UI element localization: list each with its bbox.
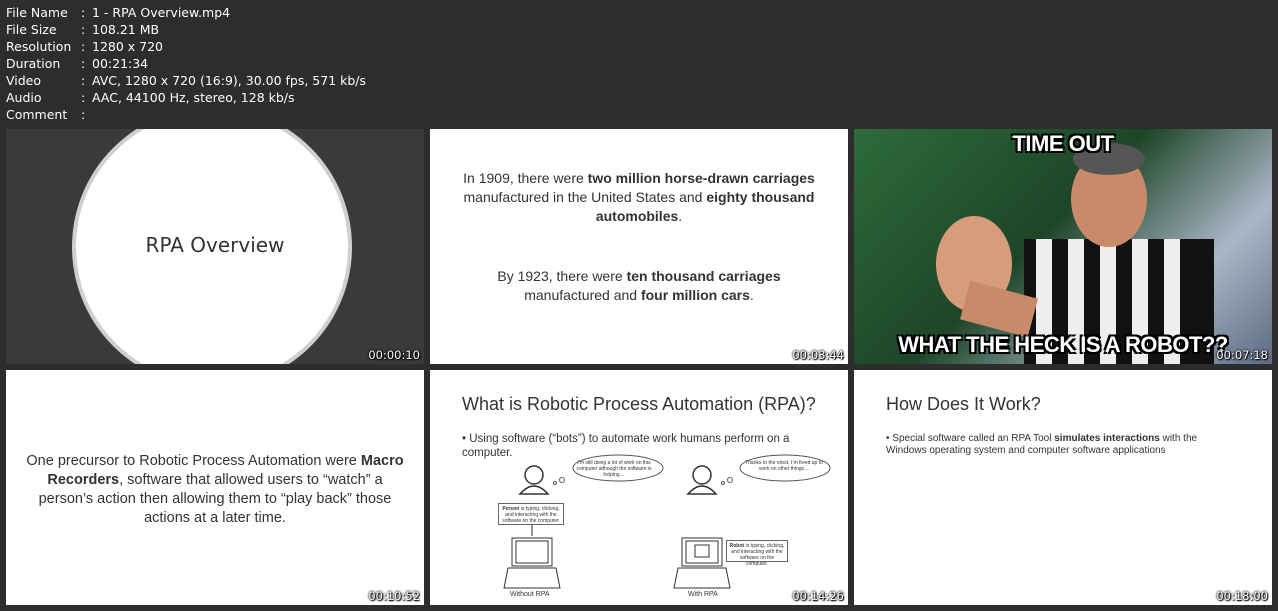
slide-bullet: • Special software called an RPA Tool si… — [886, 433, 1198, 456]
meta-value: 1 - RPA Overview.mp4 — [92, 5, 231, 20]
rpa-diagram — [503, 454, 831, 589]
meta-row-file-size: File Size : 108.21 MB — [6, 21, 366, 38]
slide-paragraph: One precursor to Robotic Process Automat… — [26, 453, 404, 526]
meta-row-duration: Duration : 00:21:34 — [6, 55, 366, 72]
slide-paragraph-2: By 1923, there were ten thousand carriag… — [497, 268, 781, 303]
meta-row-resolution: Resolution : 1280 x 720 — [6, 38, 366, 55]
caption-without-rpa: Without RPA — [510, 591, 550, 598]
meta-separator: : — [81, 90, 86, 105]
meta-key: Resolution — [6, 39, 72, 54]
meta-value — [89, 106, 92, 123]
slide-heading: How Does It Work? — [886, 394, 1041, 414]
meta-row-audio: Audio : AAC, 44100 Hz, stereo, 128 kb/s — [6, 89, 366, 106]
timestamp: 00:18:00 — [1216, 589, 1268, 603]
meta-row-comment: Comment : — [6, 106, 366, 123]
meta-separator: : — [81, 56, 86, 71]
meta-row-video: Video : AVC, 1280 x 720 (16:9), 30.00 fp… — [6, 72, 366, 89]
thumbnail-6[interactable]: How Does It Work? • Special software cal… — [854, 370, 1272, 605]
thumbnail-5[interactable]: What is Robotic Process Automation (RPA)… — [430, 370, 848, 605]
thumbnail-2[interactable]: In 1909, there were two million horse-dr… — [430, 129, 848, 364]
timestamp: 00:10:52 — [368, 589, 420, 603]
person-box: Person is typing, clicking, and interact… — [498, 503, 564, 525]
meta-key: Comment — [6, 107, 68, 122]
timestamp: 00:03:44 — [792, 348, 844, 362]
meta-key: File Name — [6, 5, 68, 20]
thumbnail-4[interactable]: One precursor to Robotic Process Automat… — [6, 370, 424, 605]
thought-with-rpa: Thanks to the robot, I’m freed up to wor… — [745, 460, 823, 472]
meta-key: Video — [6, 73, 42, 88]
file-metadata: File Name : 1 - RPA Overview.mp4 File Si… — [6, 4, 366, 123]
slide-paragraph-1: In 1909, there were two million horse-dr… — [463, 170, 815, 224]
meta-value: AVC, 1280 x 720 (16:9), 30.00 fps, 571 k… — [92, 73, 367, 88]
meta-key: Duration — [6, 56, 61, 71]
meta-value: 1280 x 720 — [92, 39, 164, 54]
robot-box: Robot is typing, clicking, and interacti… — [726, 540, 788, 567]
meta-key: File Size — [6, 22, 57, 37]
timestamp: 00:07:18 — [1216, 348, 1268, 362]
thumbnail-3[interactable]: TIME OUT WHAT THE HECK IS A ROBOT?? 00:0… — [854, 129, 1272, 364]
meme-top-text: TIME OUT — [1012, 131, 1114, 156]
caption-with-rpa: With RPA — [688, 591, 718, 598]
meme-bottom-text: WHAT THE HECK IS A ROBOT?? — [898, 332, 1228, 357]
timestamp: 00:14:26 — [792, 589, 844, 603]
meta-row-file-name: File Name : 1 - RPA Overview.mp4 — [6, 4, 366, 21]
meta-separator: : — [81, 107, 86, 122]
meta-value: AAC, 44100 Hz, stereo, 128 kb/s — [92, 90, 295, 105]
thought-without-rpa: I’m still doing a lot of work on this co… — [576, 460, 652, 478]
meta-separator: : — [81, 5, 86, 20]
slide-title: RPA Overview — [145, 233, 285, 257]
meta-key: Audio — [6, 90, 42, 105]
thumbnail-1[interactable]: RPA Overview 00:00:10 — [6, 129, 424, 364]
meta-separator: : — [81, 73, 86, 88]
referee-illustration — [936, 143, 1214, 364]
meta-value: 108.21 MB — [92, 22, 160, 37]
meta-separator: : — [81, 22, 86, 37]
meta-separator: : — [81, 39, 86, 54]
timestamp: 00:00:10 — [368, 348, 420, 362]
meta-value: 00:21:34 — [92, 56, 149, 71]
